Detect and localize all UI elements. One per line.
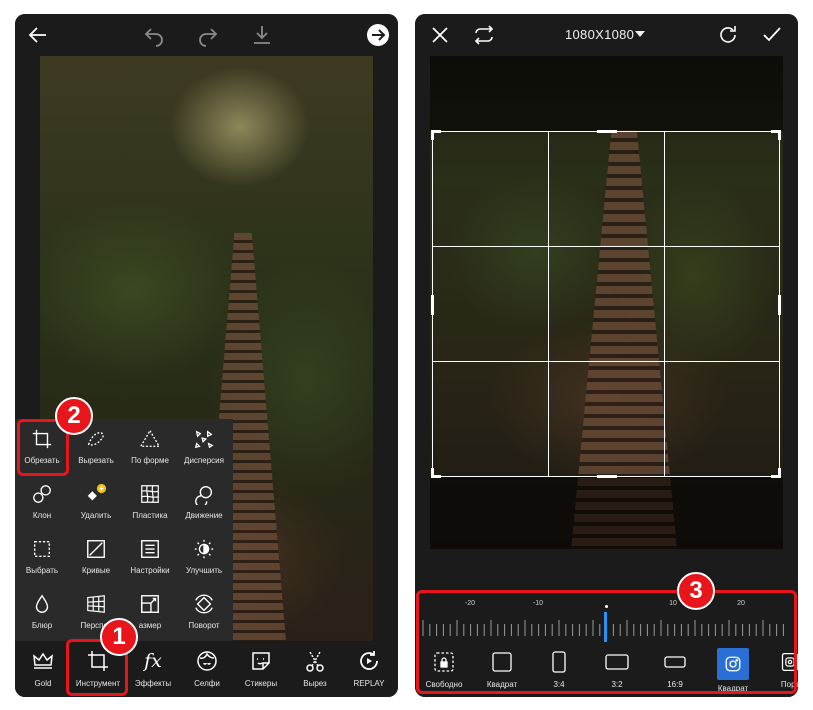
grid-line: [664, 132, 665, 476]
enhance-icon: [194, 539, 214, 559]
scissors-icon: [306, 651, 324, 672]
nav-label: Эффекты: [134, 679, 172, 688]
tool-shape-crop[interactable]: По форме: [123, 419, 177, 474]
nav-label: Вырез: [303, 679, 327, 688]
tool-label: Пластика: [132, 511, 168, 520]
canvas-size-dropdown[interactable]: 1080X1080: [565, 27, 634, 42]
rotate-icon: [195, 594, 213, 614]
crop-handle-top-left[interactable]: [431, 130, 441, 140]
nav-label: Селфи: [194, 679, 220, 688]
grid-line: [433, 361, 779, 362]
crop-handle-left[interactable]: [431, 295, 434, 315]
reset-icon[interactable]: [715, 22, 741, 48]
grid-line: [433, 246, 779, 247]
nav-label: REPLAY: [353, 679, 385, 688]
nav-gold[interactable]: Gold: [16, 641, 70, 697]
step-badge-1: 1: [100, 618, 138, 656]
selfie-icon: [197, 651, 217, 671]
tool-blur[interactable]: Блюр: [15, 584, 69, 639]
tool-adjust[interactable]: Настройки: [123, 529, 177, 584]
nav-selfie[interactable]: Селфи: [180, 641, 234, 697]
step-badge-3: 3: [677, 572, 715, 610]
crop-dim-bottom: [430, 477, 783, 549]
dispersion-icon: [194, 430, 214, 449]
tool-label: Движение: [185, 511, 223, 520]
nav-replay[interactable]: REPLAY: [342, 641, 396, 697]
highlight-crop-controls: [416, 590, 797, 694]
tool-motion[interactable]: Движение: [177, 474, 231, 529]
close-icon[interactable]: [427, 22, 453, 48]
tool-label: азмер: [138, 621, 162, 630]
tool-stretch[interactable]: Пластика: [123, 474, 177, 529]
grid-line: [548, 132, 549, 476]
redo-icon[interactable]: [195, 22, 221, 48]
editor-screen: Обрезать Вырезать По форме Дисперсия Кло…: [15, 14, 398, 697]
shape-crop-icon: [139, 429, 161, 448]
tool-curves[interactable]: Кривые: [69, 529, 123, 584]
tool-label: По форме: [131, 456, 169, 465]
tool-label: Поворот: [188, 621, 220, 630]
crop-handle-bottom-right[interactable]: [771, 468, 781, 478]
crop-dim-top: [430, 56, 783, 131]
tool-remove[interactable]: Удалить: [69, 474, 123, 529]
nav-label: Gold: [34, 679, 52, 688]
remove-icon: [87, 483, 107, 501]
resize-icon: [141, 595, 159, 613]
sticker-icon: [252, 652, 270, 670]
tool-label: Блюр: [31, 621, 53, 630]
fx-icon: fx: [144, 650, 162, 672]
curves-icon: [87, 540, 105, 558]
chevron-down-icon[interactable]: [635, 31, 645, 37]
tool-label: Настройки: [130, 566, 170, 575]
crop-topbar: 1080X1080: [415, 14, 798, 56]
crop-handle-bottom[interactable]: [597, 475, 617, 478]
crop-handle-bottom-left[interactable]: [431, 468, 441, 478]
crop-handle-right[interactable]: [778, 295, 781, 315]
check-icon[interactable]: [759, 22, 785, 48]
crop-screen: 1080X1080 -20 -10 10 20 Свободно Квадрат…: [415, 14, 798, 697]
nav-stickers[interactable]: Стикеры: [234, 641, 288, 697]
blur-icon: [35, 594, 49, 613]
nav-cutout[interactable]: Вырез: [288, 641, 342, 697]
step-badge-2: 2: [55, 397, 93, 435]
tool-label: Выбрать: [25, 566, 59, 575]
tool-select[interactable]: Выбрать: [15, 529, 69, 584]
cutout-icon: [87, 431, 104, 446]
perspective-icon: [87, 595, 105, 613]
stretch-icon: [141, 485, 159, 503]
tool-label: Кривые: [81, 566, 111, 575]
back-arrow-icon[interactable]: [25, 22, 51, 48]
crop-handle-top-right[interactable]: [771, 130, 781, 140]
tool-clone[interactable]: Клон: [15, 474, 69, 529]
editor-topbar: [15, 14, 398, 56]
tool-label: Дисперсия: [184, 456, 224, 465]
select-icon: [33, 540, 51, 558]
tool-enhance[interactable]: Улучшить: [177, 529, 231, 584]
motion-icon: [195, 485, 213, 505]
crown-icon: [33, 652, 53, 669]
tool-label: Улучшить: [185, 566, 223, 575]
adjust-icon: [141, 540, 159, 558]
next-arrow-icon[interactable]: [365, 22, 391, 48]
nav-effects[interactable]: fx Эффекты: [126, 641, 180, 697]
tool-label: Вырезать: [78, 456, 114, 465]
tool-label: Клон: [32, 511, 52, 520]
nav-label: Стикеры: [244, 679, 278, 688]
swap-icon[interactable]: [471, 22, 497, 48]
tool-label: Удалить: [80, 511, 112, 520]
download-icon[interactable]: [249, 22, 275, 48]
replay-icon: [360, 651, 378, 670]
undo-icon[interactable]: [141, 22, 167, 48]
crop-frame[interactable]: [431, 130, 781, 478]
clone-icon: [33, 485, 51, 503]
tool-rotate[interactable]: Поворот: [177, 584, 231, 639]
crop-handle-top[interactable]: [597, 130, 617, 133]
tool-dispersion[interactable]: Дисперсия: [177, 419, 231, 474]
